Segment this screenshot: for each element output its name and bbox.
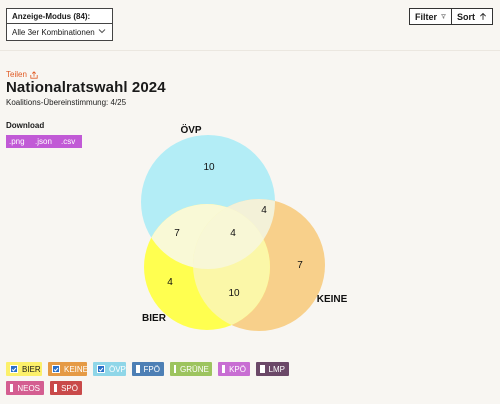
checkbox-checked-icon (10, 365, 18, 373)
checkbox-empty-icon (10, 384, 14, 392)
checkbox-empty-icon (260, 365, 265, 373)
party-chip-lmp[interactable]: LMP (256, 362, 289, 376)
party-chip-label: LMP (268, 364, 285, 374)
venn-count-bier-only: 4 (167, 277, 173, 288)
venn-set-label-keine: KEINE (317, 294, 348, 305)
venn-diagram: ÖVP KEINE BIER 10 4 7 4 7 4 10 (141, 123, 348, 331)
checkbox-empty-icon (222, 365, 226, 373)
checkbox-empty-icon (136, 365, 140, 373)
party-chip-label: KPÖ (229, 364, 246, 374)
party-chip-keine[interactable]: KEINE (48, 362, 89, 376)
checkbox-empty-icon (54, 384, 58, 392)
venn-count-oevp-keine: 4 (261, 205, 267, 216)
party-chip-neos[interactable]: NEOS (6, 381, 44, 395)
party-chip-gruene[interactable]: GRÜNE (170, 362, 212, 376)
venn-count-bier-keine: 10 (228, 288, 240, 299)
party-chip-oevp[interactable]: ÖVP (93, 362, 126, 376)
venn-count-keine-only: 7 (297, 260, 303, 271)
venn-set-label-oevp: ÖVP (180, 123, 201, 136)
party-chip-fpoe[interactable]: FPÖ (132, 362, 164, 376)
party-chip-label: BIER (22, 364, 41, 374)
party-chip-label: SPÖ (61, 383, 78, 393)
party-chip-label: FPÖ (143, 364, 160, 374)
venn-count-oevp-only: 10 (203, 162, 215, 173)
party-chip-kpoe[interactable]: KPÖ (218, 362, 250, 376)
venn-set-label-bier: BIER (142, 313, 167, 324)
party-chip-bier[interactable]: BIER (6, 362, 42, 376)
checkbox-checked-icon (97, 365, 105, 373)
party-chip-label: GRÜNE (180, 364, 209, 374)
checkbox-empty-icon (174, 365, 176, 373)
party-chip-spoe[interactable]: SPÖ (50, 381, 82, 395)
party-chip-label: KEINE (64, 364, 89, 374)
party-chip-label: NEOS (17, 383, 40, 393)
venn-count-oevp-bier: 7 (174, 228, 180, 239)
party-chip-label: ÖVP (109, 364, 126, 374)
venn-count-all-three: 4 (230, 228, 236, 239)
checkbox-checked-icon (52, 365, 60, 373)
